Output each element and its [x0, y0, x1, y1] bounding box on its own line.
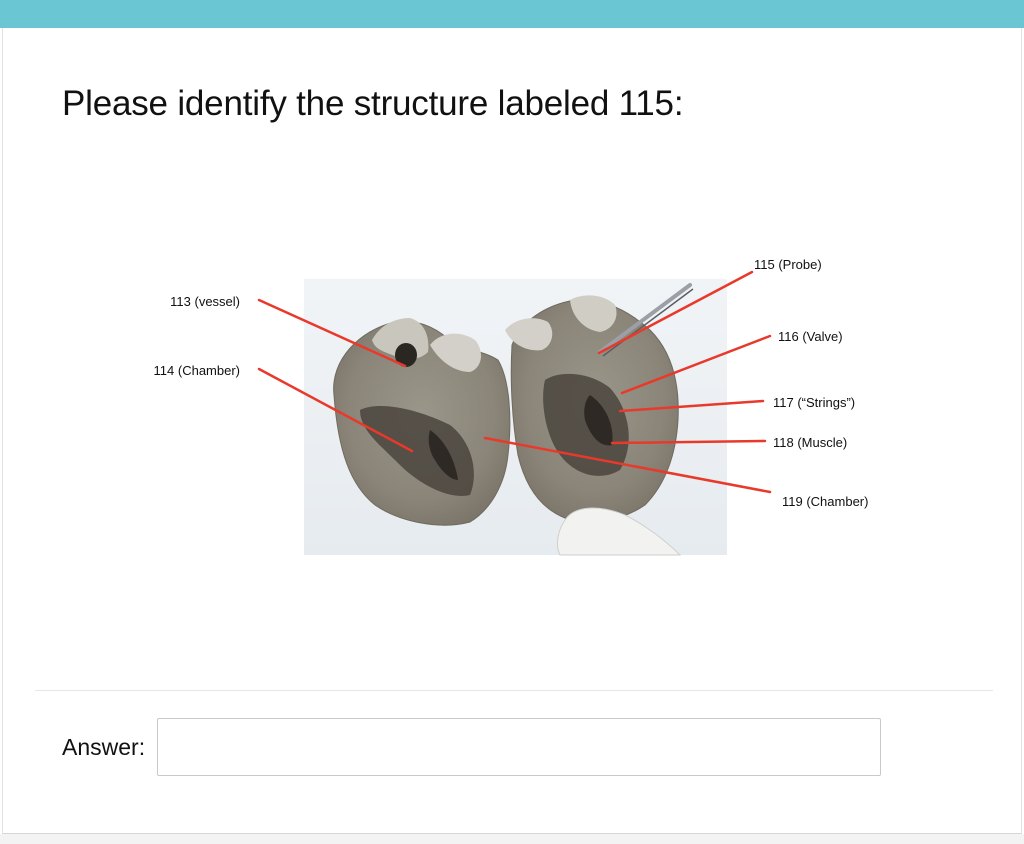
label-114: 114 (Chamber) [154, 363, 240, 378]
page-bottom-edge [0, 834, 1024, 844]
label-119: 119 (Chamber) [782, 494, 868, 509]
answer-input[interactable] [157, 718, 881, 776]
label-116: 116 (Valve) [778, 329, 843, 344]
heart-photo [304, 279, 727, 556]
answer-label: Answer: [62, 734, 146, 760]
label-117: 117 (“Strings”) [773, 395, 855, 410]
label-118: 118 (Muscle) [773, 435, 847, 450]
section-divider [35, 690, 993, 691]
label-115: 115 (Probe) [754, 257, 822, 272]
label-113: 113 (vessel) [170, 294, 240, 309]
quiz-page: Please identify the structure labeled 11… [0, 0, 1024, 844]
